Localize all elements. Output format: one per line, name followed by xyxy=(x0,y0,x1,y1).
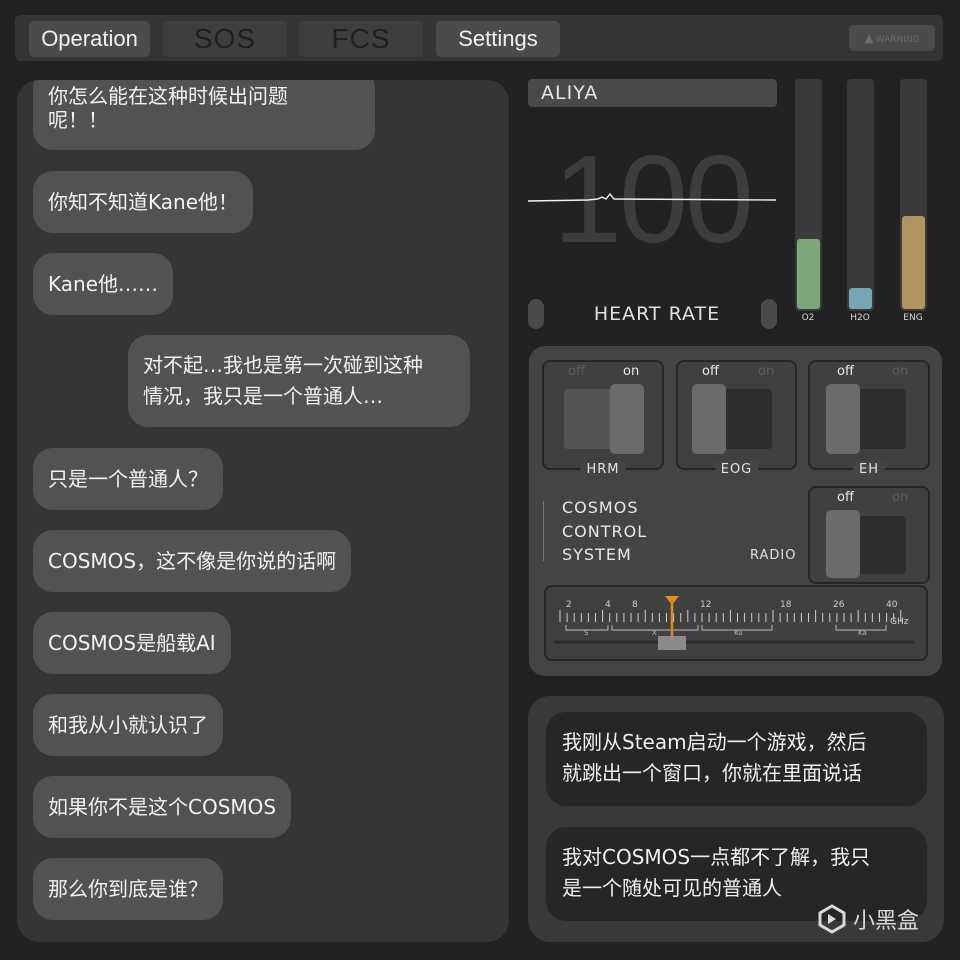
switch-eog-off-label: off xyxy=(702,364,719,379)
warning-label: WARNING xyxy=(875,35,920,45)
frequency-scale: 2 4 8 12 18 26 40 S X Ku Ka GHz xyxy=(554,596,914,650)
chat-message-4-line1: 对不起…我也是第一次碰到这种 xyxy=(143,353,423,377)
switch-hrm-on-label: on xyxy=(623,364,640,379)
switch-radio-knob[interactable] xyxy=(826,510,860,578)
switch-eog-name: EOG xyxy=(714,461,759,479)
switch-hrm-knob[interactable] xyxy=(610,384,644,454)
chat-message-1-line1: 你怎么能在这种时候出问题 xyxy=(48,83,288,105)
radio-frequency-dial[interactable]: 2 4 8 12 18 26 40 S X Ku Ka GHz xyxy=(544,585,928,661)
frequency-tick-label: 4 xyxy=(605,600,611,610)
tab-sos[interactable]: SOS xyxy=(163,21,287,57)
tab-fcs[interactable]: FCS xyxy=(299,21,423,57)
gauge-eng xyxy=(900,79,927,311)
frequency-unit: GHz xyxy=(890,617,909,627)
switch-hrm-name: HRM xyxy=(580,461,626,479)
heart-rate-label: HEART RATE xyxy=(593,303,721,325)
heart-rate-right-pill xyxy=(761,299,777,329)
system-divider xyxy=(543,501,544,561)
switch-eh[interactable]: off on EH xyxy=(808,360,930,479)
switch-radio-on-label: on xyxy=(892,490,909,505)
gauge-o2-fill xyxy=(797,239,820,309)
switch-eog-knob[interactable] xyxy=(692,384,726,454)
user-message-2-line2: 是一个随处可见的普通人 xyxy=(562,876,782,900)
switch-eh-name: EH xyxy=(853,461,885,479)
chat-message-4: 对不起…我也是第一次碰到这种 情况，我只是一个普通人… xyxy=(128,335,470,427)
chat-panel[interactable]: 你怎么能在这种时候出问题 呢！！ 你知不知道Kane他！ Kane他…… 对不起… xyxy=(17,80,509,942)
user-message-2-line1: 我对COSMOS一点都不了解，我只 xyxy=(562,845,871,869)
switch-eh-on-label: on xyxy=(892,364,909,379)
system-title: COSMOS CONTROL SYSTEM xyxy=(562,496,647,567)
chat-message-10: 那么你到底是谁？ xyxy=(33,858,223,920)
heart-rate-left-pill xyxy=(528,299,544,329)
chat-message-4-line2: 情况，我只是一个普通人… xyxy=(143,384,383,408)
gauge-h2o xyxy=(847,79,874,311)
chat-message-9: 如果你不是这个COSMOS xyxy=(33,776,292,838)
chat-message-2: 你知不知道Kane他！ xyxy=(33,171,253,233)
switch-hrm-off-label: off xyxy=(568,364,585,379)
tab-operation[interactable]: Operation xyxy=(29,21,150,57)
switch-hrm[interactable]: off on HRM xyxy=(542,360,664,479)
ecg-trace xyxy=(528,192,776,202)
tab-settings[interactable]: Settings xyxy=(436,21,560,57)
watermark-text: 小黑盒 xyxy=(853,909,920,934)
chat-message-7: COSMOS是船载AI xyxy=(33,612,231,674)
switch-eog[interactable]: off on EOG xyxy=(676,360,797,479)
system-title-line2: CONTROL xyxy=(562,521,648,541)
chat-message-1-line2: 呢！！ xyxy=(48,107,108,132)
frequency-band-label: Ku xyxy=(734,629,743,637)
system-title-line3: SYSTEM xyxy=(562,545,632,564)
top-nav-bar: Operation SOS FCS Settings ▲ WARNING xyxy=(15,15,943,61)
frequency-tick-label: 2 xyxy=(566,600,572,610)
user-message-1-line2: 就跳出一个窗口，你就在里面说话 xyxy=(562,761,862,785)
switch-eh-knob[interactable] xyxy=(826,384,860,454)
frequency-band-label: X xyxy=(652,629,657,637)
gauge-o2-label: O2 xyxy=(801,313,815,323)
frequency-tick-label: 8 xyxy=(632,600,638,610)
chat-message-1: 你怎么能在这种时候出问题 呢！！ xyxy=(33,80,375,150)
gauge-eng-fill xyxy=(902,216,925,309)
switch-radio-off-label: off xyxy=(837,490,854,505)
patient-name: ALIYA xyxy=(528,79,777,107)
chat-message-6: COSMOS，这不像是你说的话啊 xyxy=(33,530,352,592)
switch-eog-on-label: on xyxy=(758,364,775,379)
warning-icon: ▲ xyxy=(864,31,874,45)
user-message-1: 我刚从Steam启动一个游戏，然后 就跳出一个窗口，你就在里面说话 xyxy=(546,712,927,806)
frequency-band-label: S xyxy=(584,629,589,637)
chat-message-5: 只是一个普通人？ xyxy=(33,448,223,510)
chat-message-3: Kane他…… xyxy=(33,253,173,315)
frequency-tick-label: 12 xyxy=(700,600,711,610)
chat-message-8: 和我从小就认识了 xyxy=(33,694,223,756)
system-title-line1: COSMOS xyxy=(562,498,639,517)
gauge-h2o-fill xyxy=(849,288,872,309)
radio-label: RADIO xyxy=(750,548,797,563)
watermark: 小黑盒 xyxy=(817,902,937,936)
switch-eh-off-label: off xyxy=(837,364,854,379)
frequency-tick-label: 26 xyxy=(833,600,845,610)
switch-radio[interactable]: off on xyxy=(808,486,930,584)
warning-button[interactable]: ▲ WARNING xyxy=(849,25,935,51)
frequency-band-label: Ka xyxy=(858,629,867,637)
gauge-eng-label: ENG xyxy=(903,313,923,323)
frequency-marker xyxy=(665,596,679,637)
frequency-tick-label: 18 xyxy=(780,600,792,610)
user-message-1-line1: 我刚从Steam启动一个游戏，然后 xyxy=(562,730,867,754)
gauge-o2 xyxy=(795,79,822,311)
frequency-slider-knob[interactable] xyxy=(658,636,686,650)
xiaoheihe-logo-icon xyxy=(818,904,846,934)
gauge-h2o-label: H2O xyxy=(850,313,870,323)
frequency-tick-label: 40 xyxy=(886,600,898,610)
